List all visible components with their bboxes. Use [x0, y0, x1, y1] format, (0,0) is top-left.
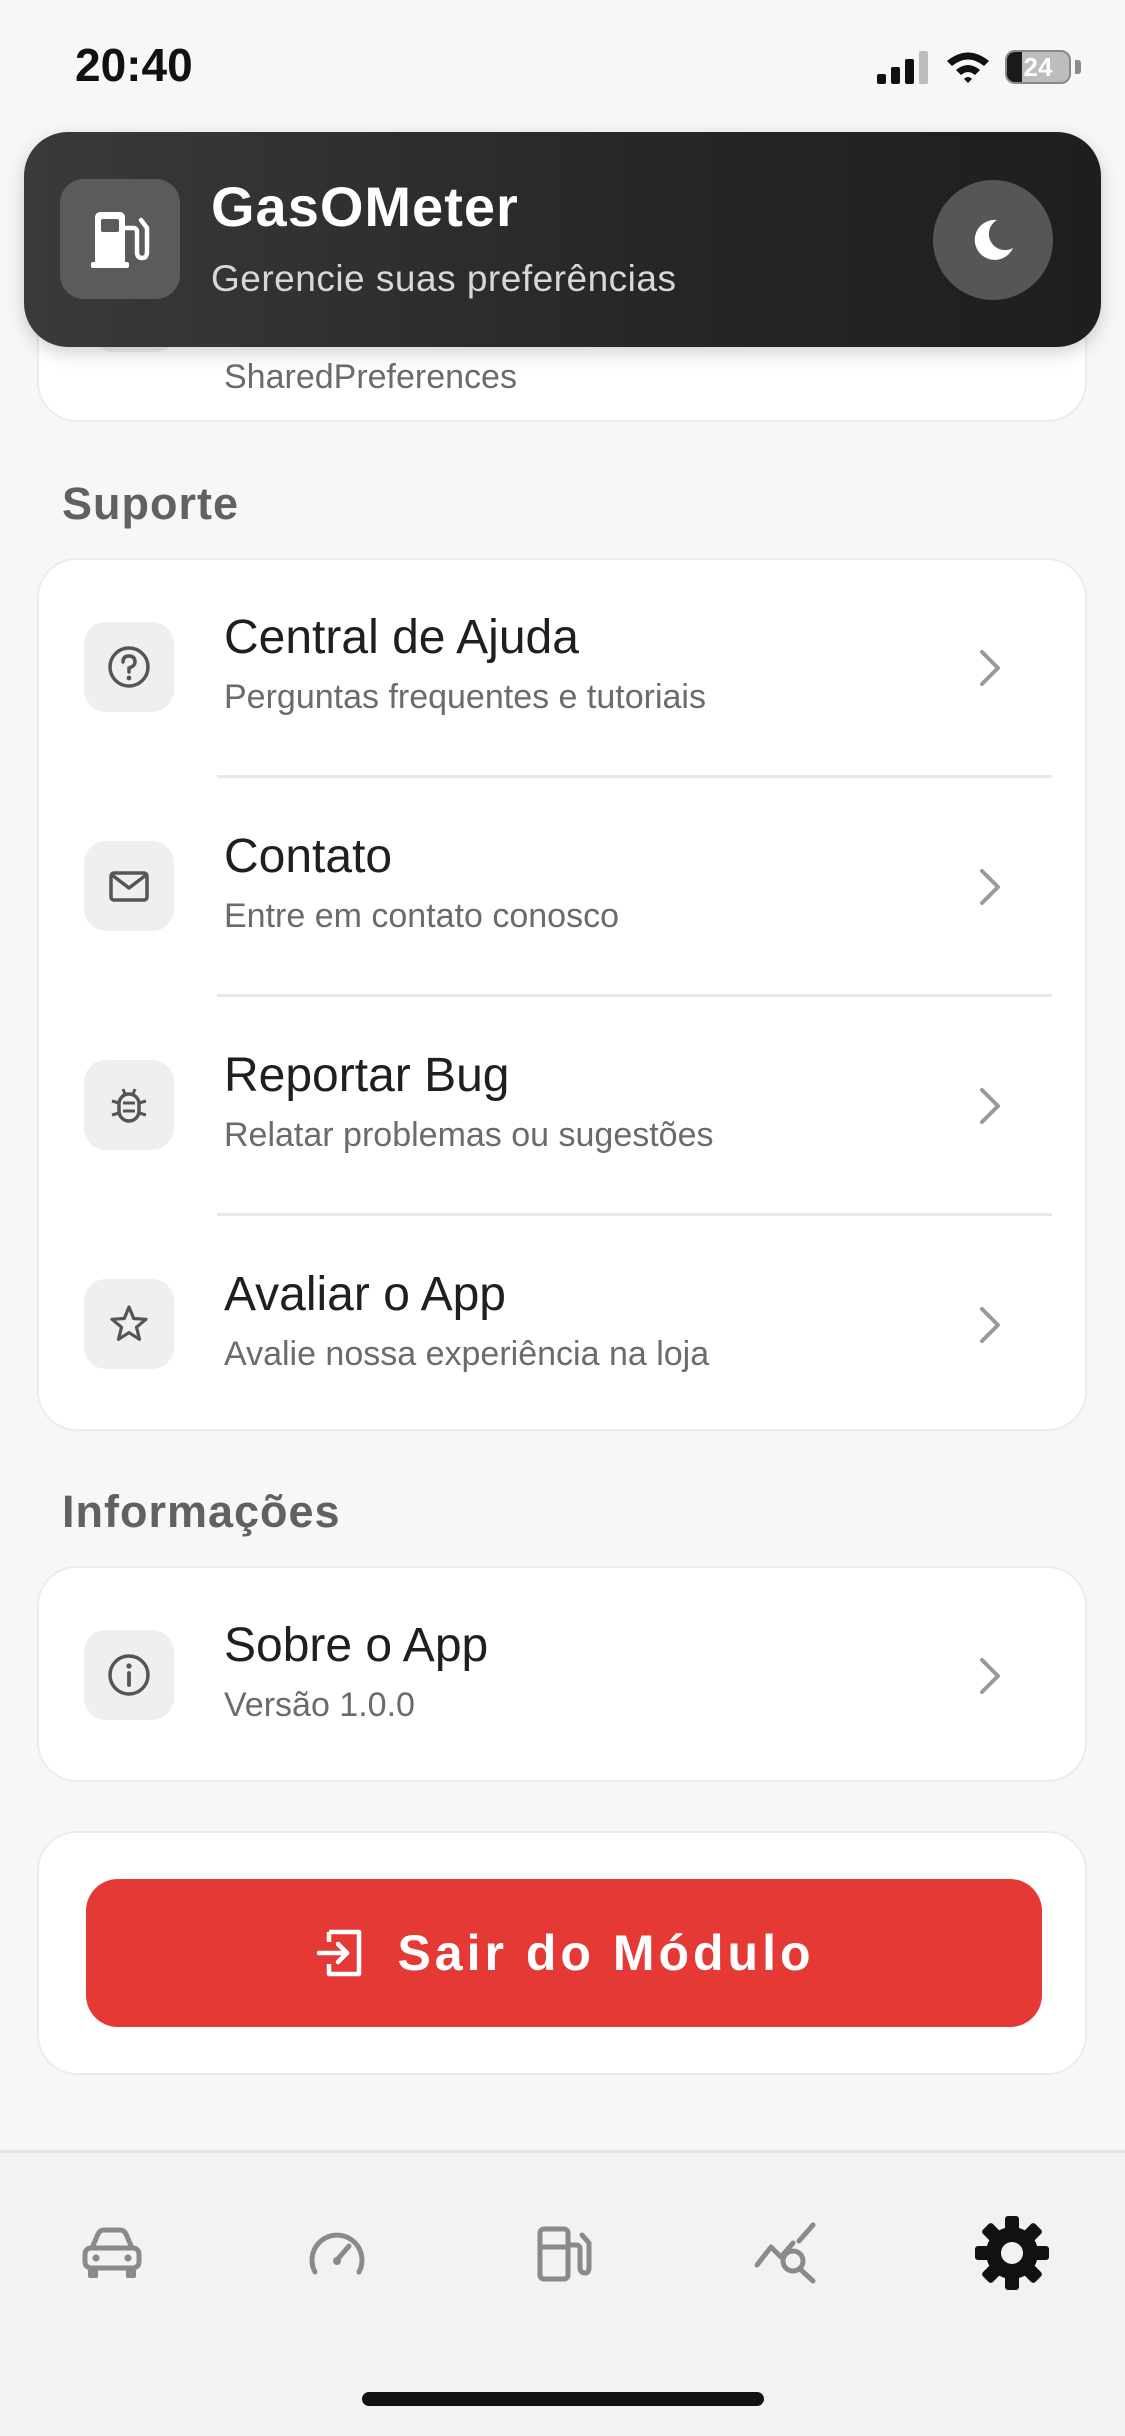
nav-item-odometer[interactable] — [282, 2198, 392, 2308]
logout-label: Sair do Módulo — [397, 1925, 815, 1981]
partial-item-subtitle: SharedPreferences — [224, 358, 517, 396]
star-icon — [84, 1279, 174, 1369]
mail-icon — [84, 841, 174, 931]
nav-item-fuel[interactable] — [507, 2198, 617, 2308]
row-title: Contato — [224, 830, 393, 883]
nav-item-settings[interactable] — [957, 2198, 1067, 2308]
bug-icon — [84, 1060, 174, 1150]
section-title-support: Suporte — [62, 478, 240, 529]
chevron-right-icon — [970, 1086, 1010, 1126]
logout-button[interactable]: Sair do Módulo — [86, 1879, 1042, 2027]
speedometer-icon — [309, 2232, 365, 2275]
chevron-right-icon — [970, 1656, 1010, 1696]
row-subtitle: Relatar problemas ou sugestões — [224, 1116, 714, 1154]
home-indicator — [362, 2392, 764, 2406]
chevron-right-icon — [970, 1305, 1010, 1345]
divider — [217, 994, 1052, 997]
section-title-info: Informações — [62, 1486, 341, 1537]
row-subtitle: Entre em contato conosco — [224, 897, 620, 935]
app-subtitle: Gerencie suas preferências — [211, 258, 677, 299]
settings-icon — [975, 2216, 1049, 2290]
row-title: Avaliar o App — [224, 1268, 506, 1321]
car-icon — [82, 2227, 142, 2278]
nav-item-vehicles[interactable] — [57, 2198, 167, 2308]
chart-search-icon — [754, 2222, 816, 2284]
support-item-rate-app[interactable]: Avaliar o App Avalie nossa experiência n… — [39, 1217, 1085, 1436]
theme-toggle-button[interactable] — [933, 180, 1053, 300]
divider — [217, 775, 1052, 778]
row-title: Central de Ajuda — [224, 611, 579, 664]
row-title: Reportar Bug — [224, 1049, 510, 1102]
row-subtitle: Perguntas frequentes e tutoriais — [224, 678, 706, 716]
moon-icon — [974, 219, 1013, 260]
app-header: GasOMeter Gerencie suas preferências — [24, 132, 1101, 347]
logout-card: Sair do Módulo — [37, 1831, 1087, 2075]
help-circle-icon — [84, 622, 174, 712]
chevron-right-icon — [970, 648, 1010, 688]
support-card: Central de Ajuda Perguntas frequentes e … — [37, 558, 1087, 1431]
support-item-report-bug[interactable]: Reportar Bug Relatar problemas ou sugest… — [39, 998, 1085, 1217]
row-subtitle: Avalie nossa experiência na loja — [224, 1335, 710, 1373]
row-subtitle: Versão 1.0.0 — [224, 1686, 415, 1724]
info-card: Sobre o App Versão 1.0.0 — [37, 1566, 1087, 1782]
info-item-about[interactable]: Sobre o App Versão 1.0.0 — [39, 1568, 1085, 1784]
nav-item-reports[interactable] — [732, 2198, 842, 2308]
info-icon — [84, 1630, 174, 1720]
fuel-pump-icon — [60, 179, 180, 299]
support-item-contact[interactable]: Contato Entre em contato conosco — [39, 779, 1085, 998]
gas-station-icon — [537, 2226, 592, 2282]
row-title: Sobre o App — [224, 1619, 489, 1672]
chevron-right-icon — [970, 867, 1010, 907]
logout-icon — [317, 1929, 362, 1977]
support-item-help[interactable]: Central de Ajuda Perguntas frequentes e … — [39, 560, 1085, 779]
app-title: GasOMeter — [211, 175, 519, 238]
divider — [217, 1213, 1052, 1216]
